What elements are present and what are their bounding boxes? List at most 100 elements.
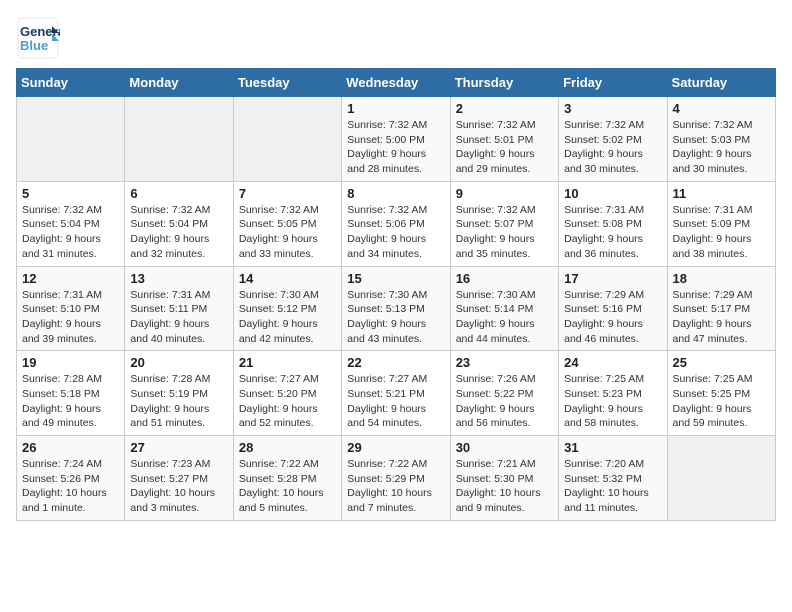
day-info: Sunrise: 7:32 AM Sunset: 5:02 PM Dayligh…: [564, 118, 661, 177]
day-info: Sunrise: 7:32 AM Sunset: 5:00 PM Dayligh…: [347, 118, 444, 177]
day-info: Sunrise: 7:32 AM Sunset: 5:04 PM Dayligh…: [22, 203, 119, 262]
calendar-cell: 11 Sunrise: 7:31 AM Sunset: 5:09 PM Dayli…: [667, 181, 775, 266]
day-number: 21: [239, 355, 336, 370]
day-number: 6: [130, 186, 227, 201]
day-number: 13: [130, 271, 227, 286]
calendar-cell: 8 Sunrise: 7:32 AM Sunset: 5:06 PM Daylig…: [342, 181, 450, 266]
day-number: 12: [22, 271, 119, 286]
day-info: Sunrise: 7:31 AM Sunset: 5:10 PM Dayligh…: [22, 288, 119, 347]
header-day-friday: Friday: [559, 69, 667, 97]
calendar-cell: 27 Sunrise: 7:23 AM Sunset: 5:27 PM Dayli…: [125, 436, 233, 521]
day-info: Sunrise: 7:31 AM Sunset: 5:09 PM Dayligh…: [673, 203, 770, 262]
day-info: Sunrise: 7:32 AM Sunset: 5:04 PM Dayligh…: [130, 203, 227, 262]
day-info: Sunrise: 7:22 AM Sunset: 5:28 PM Dayligh…: [239, 457, 336, 516]
day-number: 8: [347, 186, 444, 201]
calendar-cell: 19 Sunrise: 7:28 AM Sunset: 5:18 PM Dayli…: [17, 351, 125, 436]
calendar-cell: 24 Sunrise: 7:25 AM Sunset: 5:23 PM Dayli…: [559, 351, 667, 436]
day-number: 28: [239, 440, 336, 455]
day-info: Sunrise: 7:28 AM Sunset: 5:18 PM Dayligh…: [22, 372, 119, 431]
day-info: Sunrise: 7:27 AM Sunset: 5:20 PM Dayligh…: [239, 372, 336, 431]
calendar-cell: 17 Sunrise: 7:29 AM Sunset: 5:16 PM Dayli…: [559, 266, 667, 351]
day-number: 4: [673, 101, 770, 116]
calendar-cell: 18 Sunrise: 7:29 AM Sunset: 5:17 PM Dayli…: [667, 266, 775, 351]
day-info: Sunrise: 7:24 AM Sunset: 5:26 PM Dayligh…: [22, 457, 119, 516]
day-number: 19: [22, 355, 119, 370]
day-number: 10: [564, 186, 661, 201]
day-number: 18: [673, 271, 770, 286]
calendar-cell: 20 Sunrise: 7:28 AM Sunset: 5:19 PM Dayli…: [125, 351, 233, 436]
day-info: Sunrise: 7:32 AM Sunset: 5:07 PM Dayligh…: [456, 203, 553, 262]
day-number: 23: [456, 355, 553, 370]
day-number: 9: [456, 186, 553, 201]
header-day-monday: Monday: [125, 69, 233, 97]
calendar-cell: 14 Sunrise: 7:30 AM Sunset: 5:12 PM Dayli…: [233, 266, 341, 351]
day-number: 14: [239, 271, 336, 286]
logo: General Blue: [16, 16, 60, 60]
calendar-cell: 4 Sunrise: 7:32 AM Sunset: 5:03 PM Daylig…: [667, 97, 775, 182]
day-number: 25: [673, 355, 770, 370]
day-number: 24: [564, 355, 661, 370]
calendar-cell: 23 Sunrise: 7:26 AM Sunset: 5:22 PM Dayli…: [450, 351, 558, 436]
day-info: Sunrise: 7:32 AM Sunset: 5:05 PM Dayligh…: [239, 203, 336, 262]
day-info: Sunrise: 7:23 AM Sunset: 5:27 PM Dayligh…: [130, 457, 227, 516]
day-number: 31: [564, 440, 661, 455]
header-day-sunday: Sunday: [17, 69, 125, 97]
calendar-cell: 21 Sunrise: 7:27 AM Sunset: 5:20 PM Dayli…: [233, 351, 341, 436]
day-info: Sunrise: 7:25 AM Sunset: 5:25 PM Dayligh…: [673, 372, 770, 431]
day-info: Sunrise: 7:32 AM Sunset: 5:01 PM Dayligh…: [456, 118, 553, 177]
week-row-4: 19 Sunrise: 7:28 AM Sunset: 5:18 PM Dayli…: [17, 351, 776, 436]
svg-text:Blue: Blue: [20, 38, 48, 53]
day-info: Sunrise: 7:31 AM Sunset: 5:08 PM Dayligh…: [564, 203, 661, 262]
day-info: Sunrise: 7:27 AM Sunset: 5:21 PM Dayligh…: [347, 372, 444, 431]
day-number: 22: [347, 355, 444, 370]
calendar-cell: 22 Sunrise: 7:27 AM Sunset: 5:21 PM Dayli…: [342, 351, 450, 436]
day-info: Sunrise: 7:32 AM Sunset: 5:06 PM Dayligh…: [347, 203, 444, 262]
day-number: 27: [130, 440, 227, 455]
day-info: Sunrise: 7:28 AM Sunset: 5:19 PM Dayligh…: [130, 372, 227, 431]
day-info: Sunrise: 7:20 AM Sunset: 5:32 PM Dayligh…: [564, 457, 661, 516]
day-info: Sunrise: 7:21 AM Sunset: 5:30 PM Dayligh…: [456, 457, 553, 516]
day-number: 7: [239, 186, 336, 201]
calendar-cell: 16Sunrise: 7:30 AM Sunset: 5:14 PM Dayli…: [450, 266, 558, 351]
week-row-5: 26 Sunrise: 7:24 AM Sunset: 5:26 PM Dayli…: [17, 436, 776, 521]
calendar-cell: 25 Sunrise: 7:25 AM Sunset: 5:25 PM Dayli…: [667, 351, 775, 436]
calendar-cell: 31 Sunrise: 7:20 AM Sunset: 5:32 PM Dayli…: [559, 436, 667, 521]
calendar-cell: 15 Sunrise: 7:30 AM Sunset: 5:13 PM Dayli…: [342, 266, 450, 351]
day-number: 16: [456, 271, 553, 286]
header: General Blue: [16, 16, 776, 60]
calendar-cell: 26 Sunrise: 7:24 AM Sunset: 5:26 PM Dayli…: [17, 436, 125, 521]
calendar-cell: 2Sunrise: 7:32 AM Sunset: 5:01 PM Daylig…: [450, 97, 558, 182]
calendar-cell: 10 Sunrise: 7:31 AM Sunset: 5:08 PM Dayli…: [559, 181, 667, 266]
day-number: 29: [347, 440, 444, 455]
logo-svg: General Blue: [16, 16, 60, 60]
calendar-cell: 1Sunrise: 7:32 AM Sunset: 5:00 PM Daylig…: [342, 97, 450, 182]
day-number: 5: [22, 186, 119, 201]
day-number: 20: [130, 355, 227, 370]
calendar-cell: [125, 97, 233, 182]
day-info: Sunrise: 7:32 AM Sunset: 5:03 PM Dayligh…: [673, 118, 770, 177]
day-number: 15: [347, 271, 444, 286]
calendar-cell: 7 Sunrise: 7:32 AM Sunset: 5:05 PM Daylig…: [233, 181, 341, 266]
day-info: Sunrise: 7:30 AM Sunset: 5:12 PM Dayligh…: [239, 288, 336, 347]
calendar-cell: [233, 97, 341, 182]
header-day-thursday: Thursday: [450, 69, 558, 97]
day-number: 17: [564, 271, 661, 286]
header-day-tuesday: Tuesday: [233, 69, 341, 97]
day-info: Sunrise: 7:25 AM Sunset: 5:23 PM Dayligh…: [564, 372, 661, 431]
day-info: Sunrise: 7:30 AM Sunset: 5:13 PM Dayligh…: [347, 288, 444, 347]
day-info: Sunrise: 7:26 AM Sunset: 5:22 PM Dayligh…: [456, 372, 553, 431]
calendar-table: SundayMondayTuesdayWednesdayThursdayFrid…: [16, 68, 776, 521]
day-info: Sunrise: 7:29 AM Sunset: 5:16 PM Dayligh…: [564, 288, 661, 347]
calendar-cell: 3 Sunrise: 7:32 AM Sunset: 5:02 PM Daylig…: [559, 97, 667, 182]
day-number: 3: [564, 101, 661, 116]
day-info: Sunrise: 7:29 AM Sunset: 5:17 PM Dayligh…: [673, 288, 770, 347]
calendar-cell: 30Sunrise: 7:21 AM Sunset: 5:30 PM Dayli…: [450, 436, 558, 521]
week-row-1: 1Sunrise: 7:32 AM Sunset: 5:00 PM Daylig…: [17, 97, 776, 182]
week-row-3: 12 Sunrise: 7:31 AM Sunset: 5:10 PM Dayli…: [17, 266, 776, 351]
day-number: 26: [22, 440, 119, 455]
calendar-cell: [17, 97, 125, 182]
header-day-wednesday: Wednesday: [342, 69, 450, 97]
day-info: Sunrise: 7:22 AM Sunset: 5:29 PM Dayligh…: [347, 457, 444, 516]
day-number: 11: [673, 186, 770, 201]
header-row: SundayMondayTuesdayWednesdayThursdayFrid…: [17, 69, 776, 97]
